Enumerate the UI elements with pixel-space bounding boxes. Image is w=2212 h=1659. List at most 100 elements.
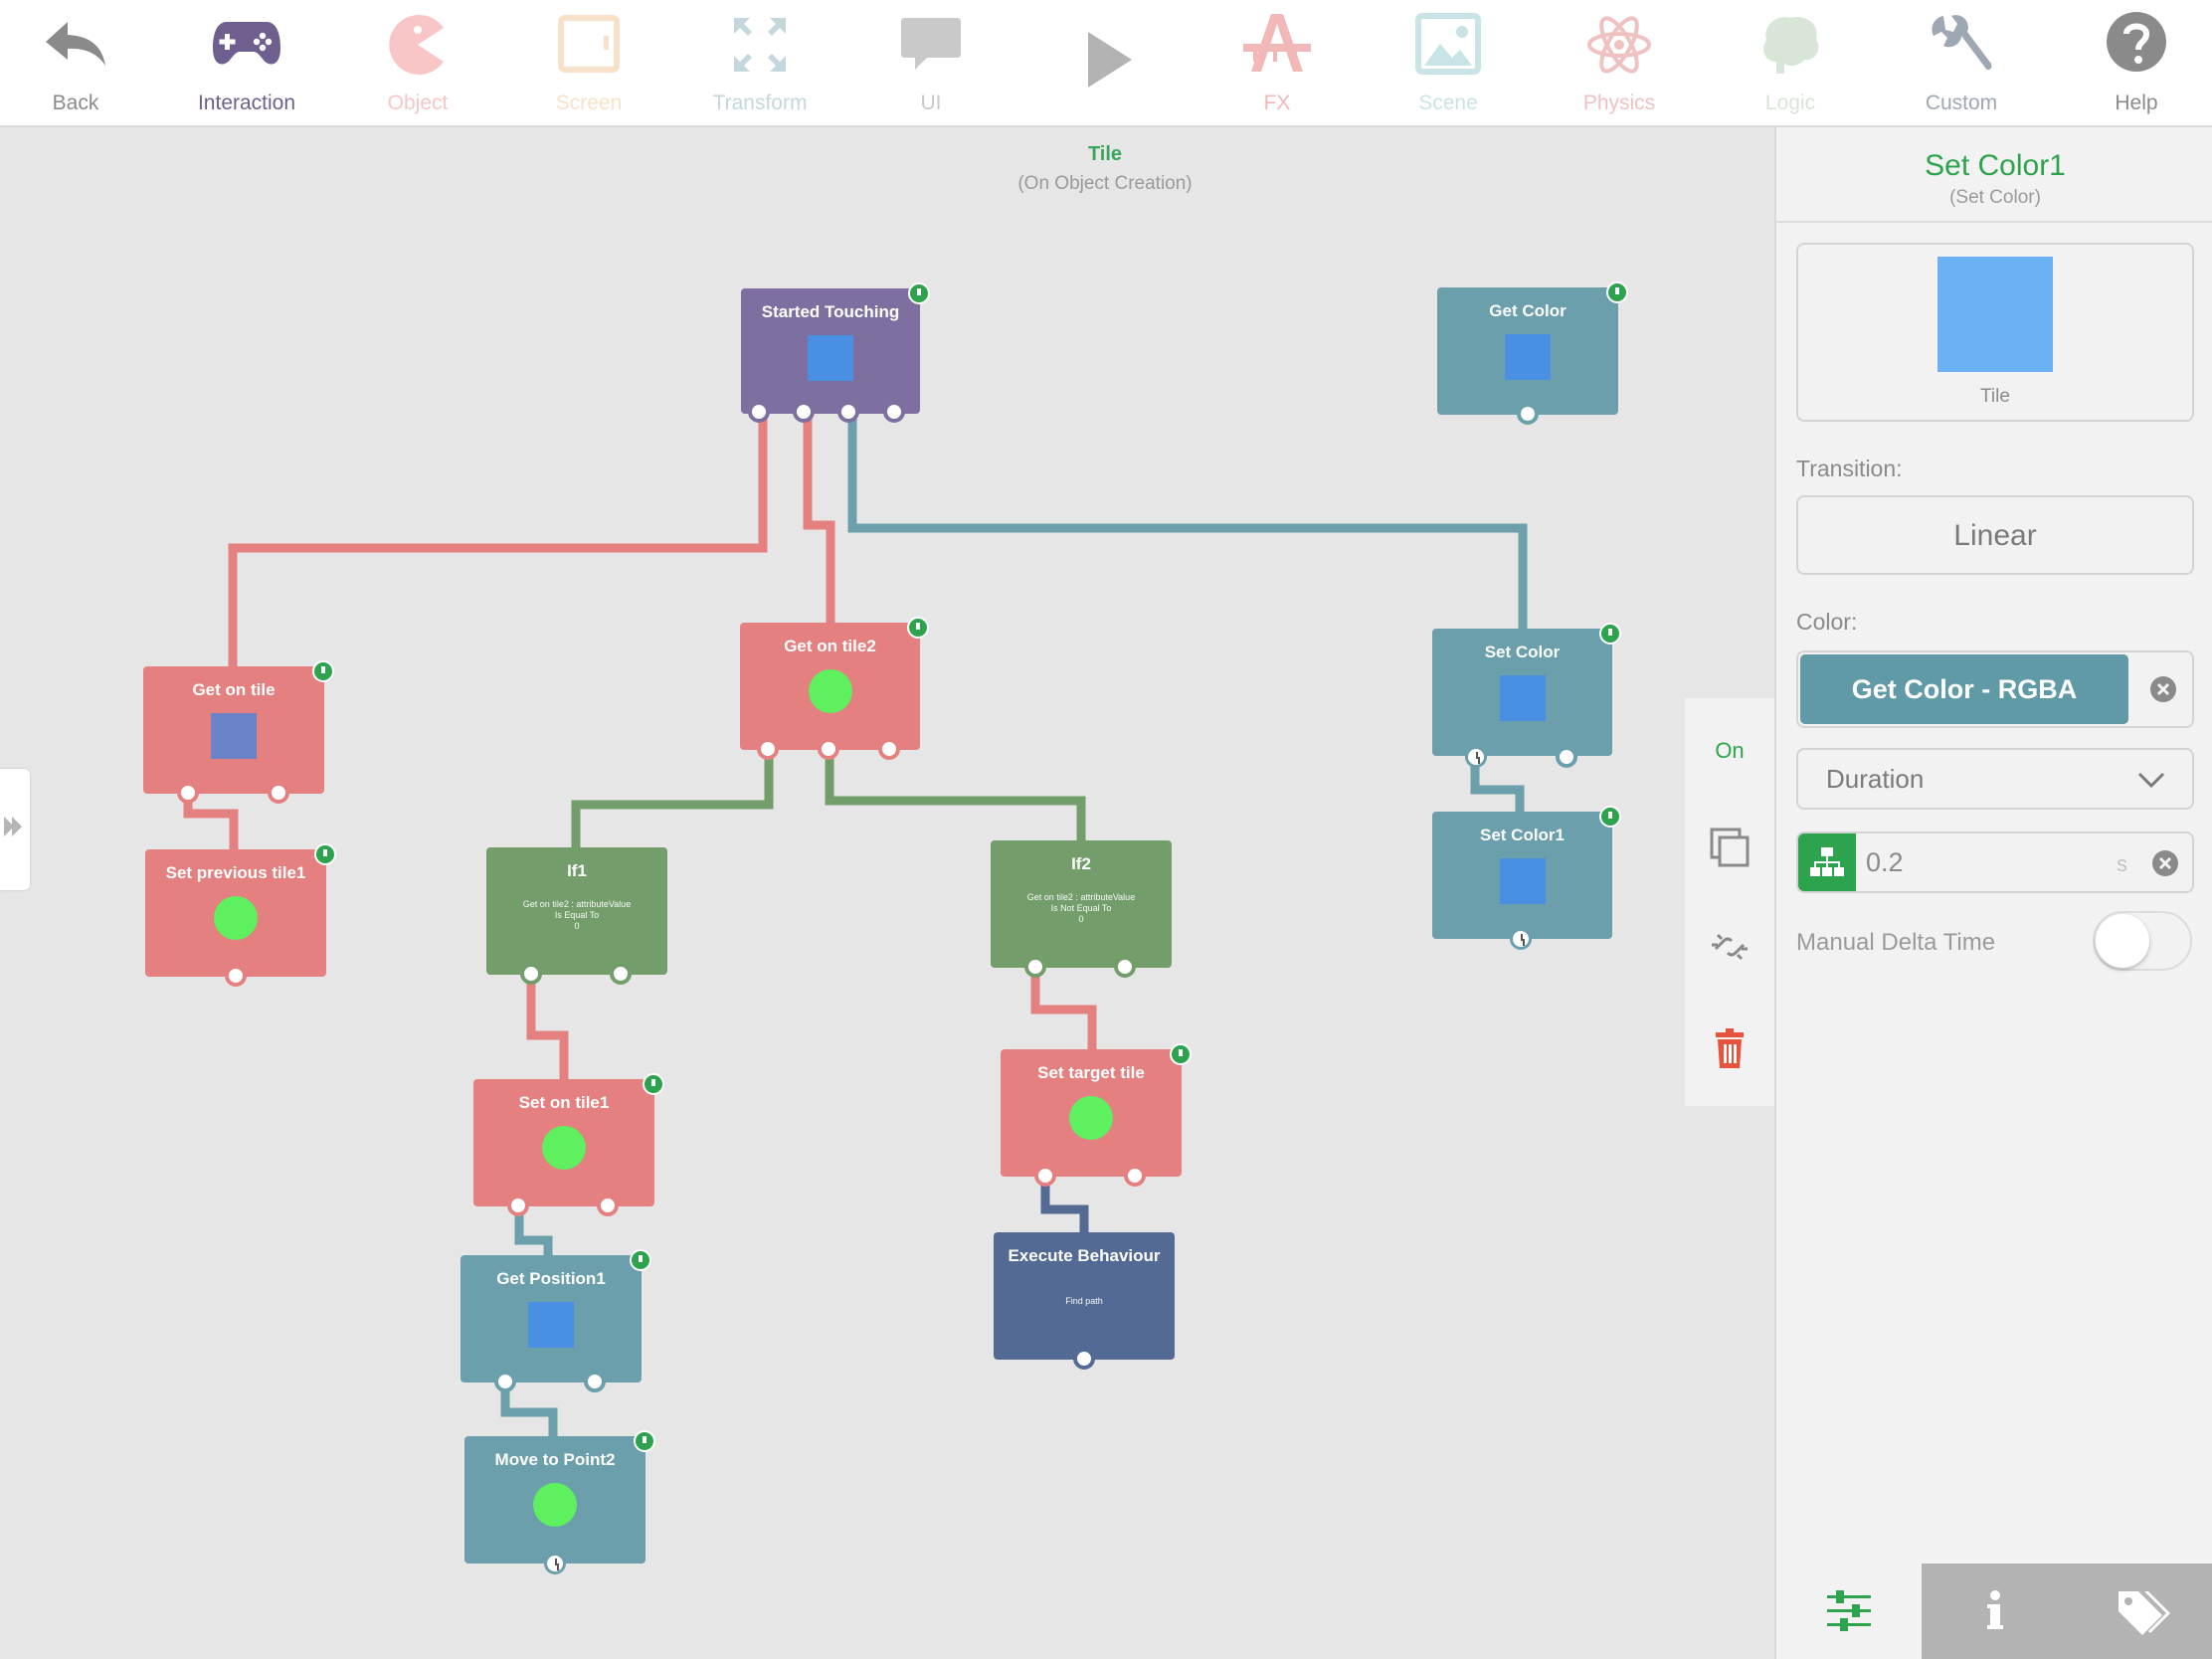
port-output[interactable]: [878, 738, 900, 760]
port-output[interactable]: [268, 782, 289, 804]
download-badge-icon[interactable]: [908, 282, 930, 304]
unlink-button[interactable]: [1685, 925, 1774, 974]
hierarchy-icon: [1810, 847, 1844, 876]
node-set-color[interactable]: Set Color: [1432, 623, 1621, 768]
object-card[interactable]: Tile: [1796, 243, 2194, 422]
port-output[interactable]: [177, 782, 199, 804]
port-output[interactable]: [507, 1195, 529, 1216]
port-output[interactable]: [494, 1371, 516, 1392]
logic-label: Logic: [1764, 92, 1816, 114]
wire-started-to-get-on-tile: [228, 407, 768, 666]
atom-icon: [1587, 16, 1651, 74]
clock-port-icon[interactable]: [1465, 746, 1487, 768]
tab-ui[interactable]: UI: [845, 0, 1016, 125]
tab-tags[interactable]: [2069, 1564, 2212, 1659]
tab-object[interactable]: Object: [332, 0, 503, 125]
copy-button[interactable]: [1685, 826, 1774, 874]
value-circle: [1069, 1096, 1113, 1140]
node-set-target-tile[interactable]: Set target tile: [1001, 1043, 1192, 1187]
port-output[interactable]: [1517, 403, 1539, 425]
tab-scene[interactable]: Scene: [1363, 0, 1534, 125]
tab-transform[interactable]: Transform: [674, 0, 845, 125]
download-badge-icon[interactable]: [312, 660, 334, 682]
node-set-on-tile1[interactable]: Set on tile1: [473, 1073, 664, 1216]
port-false[interactable]: [1114, 956, 1136, 978]
download-badge-icon[interactable]: [1170, 1043, 1192, 1065]
back-button[interactable]: Back: [0, 0, 161, 125]
toggle-on-button[interactable]: On: [1685, 738, 1774, 764]
port-true[interactable]: [1024, 956, 1046, 978]
port-output[interactable]: [757, 738, 779, 760]
screen-label: Screen: [555, 92, 623, 114]
color-source-button[interactable]: Get Color - RGBA: [1800, 654, 2128, 724]
node-get-on-tile2[interactable]: Get on tile2: [740, 617, 929, 760]
behaviour-canvas[interactable]: Tile (On Object Creation) Started Touchi…: [0, 127, 1774, 1659]
unlink-icon: [1712, 933, 1748, 961]
port-output[interactable]: [1556, 746, 1577, 768]
port-trigger[interactable]: [748, 401, 770, 423]
tab-screen[interactable]: Screen: [503, 0, 674, 125]
port-true[interactable]: [520, 963, 542, 985]
speech-bubble-icon: [901, 18, 961, 70]
tab-properties[interactable]: [1776, 1564, 1922, 1659]
port-output[interactable]: [1124, 1165, 1146, 1187]
port-false[interactable]: [610, 963, 632, 985]
left-panel-handle[interactable]: [0, 769, 30, 890]
port-output[interactable]: [225, 965, 247, 987]
transition-select[interactable]: Linear: [1796, 495, 2194, 575]
tab-info[interactable]: [1922, 1564, 2069, 1659]
download-badge-icon[interactable]: [630, 1249, 651, 1271]
clock-port-icon[interactable]: [1510, 928, 1532, 950]
port-output[interactable]: [818, 738, 839, 760]
tab-custom[interactable]: Custom: [1876, 0, 2047, 125]
node-started-touching[interactable]: Started Touching: [741, 282, 930, 423]
download-badge-icon[interactable]: [1606, 281, 1628, 303]
node-if2[interactable]: If2 Get on tile2 : attributeValue Is Not…: [991, 840, 1172, 978]
manual-delta-toggle[interactable]: [2093, 911, 2192, 971]
help-button[interactable]: Help: [2051, 0, 2212, 125]
node-set-color1[interactable]: Set Color1: [1432, 806, 1621, 950]
download-badge-icon[interactable]: [314, 843, 336, 865]
node-get-position1[interactable]: Get Position1: [461, 1249, 651, 1392]
duration-mode-select[interactable]: Duration: [1796, 748, 2194, 810]
node-get-color[interactable]: Get Color: [1437, 281, 1628, 425]
port-output[interactable]: [837, 401, 859, 423]
duration-input[interactable]: 0.2: [1866, 847, 1904, 878]
clear-color-icon[interactable]: [2148, 674, 2178, 704]
port-output[interactable]: [584, 1371, 606, 1392]
port-output[interactable]: [597, 1195, 619, 1216]
node-set-previous-tile1[interactable]: Set previous tile1: [145, 843, 336, 987]
gamepad-icon: [213, 22, 280, 65]
tab-physics[interactable]: Physics: [1534, 0, 1705, 125]
delete-button[interactable]: [1685, 1026, 1774, 1075]
port-output[interactable]: [793, 401, 815, 423]
play-button[interactable]: [1020, 0, 1192, 125]
object-label: Object: [387, 92, 449, 114]
clear-duration-icon[interactable]: [2150, 848, 2180, 878]
node-get-on-tile[interactable]: Get on tile: [143, 660, 334, 804]
node-title: Get on tile2: [784, 637, 876, 655]
back-arrow-icon: [46, 22, 105, 66]
download-badge-icon[interactable]: [634, 1430, 655, 1452]
port-output[interactable]: [1034, 1165, 1056, 1187]
download-badge-icon[interactable]: [907, 617, 929, 639]
tab-interaction[interactable]: Interaction: [161, 0, 332, 125]
port-output[interactable]: [1073, 1348, 1095, 1370]
port-output[interactable]: [883, 401, 905, 423]
clock-port-icon[interactable]: [544, 1553, 566, 1574]
wrench-icon: [1932, 15, 1992, 71]
hierarchy-button[interactable]: [1798, 833, 1856, 891]
node-execute-behaviour[interactable]: Execute Behaviour Find path: [994, 1232, 1175, 1370]
wire-set-color-to-set-color1: [1470, 760, 1525, 812]
download-badge-icon[interactable]: [643, 1073, 664, 1095]
node-title: Set Color1: [1479, 826, 1566, 844]
node-move-to-point2[interactable]: Move to Point2: [464, 1430, 655, 1574]
download-badge-icon[interactable]: [1599, 806, 1621, 828]
download-badge-icon[interactable]: [1599, 623, 1621, 645]
trash-icon: [1716, 1028, 1744, 1068]
node-if1[interactable]: If1 Get on tile2 : attributeValue Is Equ…: [486, 847, 667, 985]
value-circle: [214, 896, 258, 940]
tab-logic[interactable]: Logic: [1705, 0, 1876, 125]
tab-fx[interactable]: FX: [1192, 0, 1363, 125]
wire-get-pos-to-move: [500, 1382, 558, 1436]
